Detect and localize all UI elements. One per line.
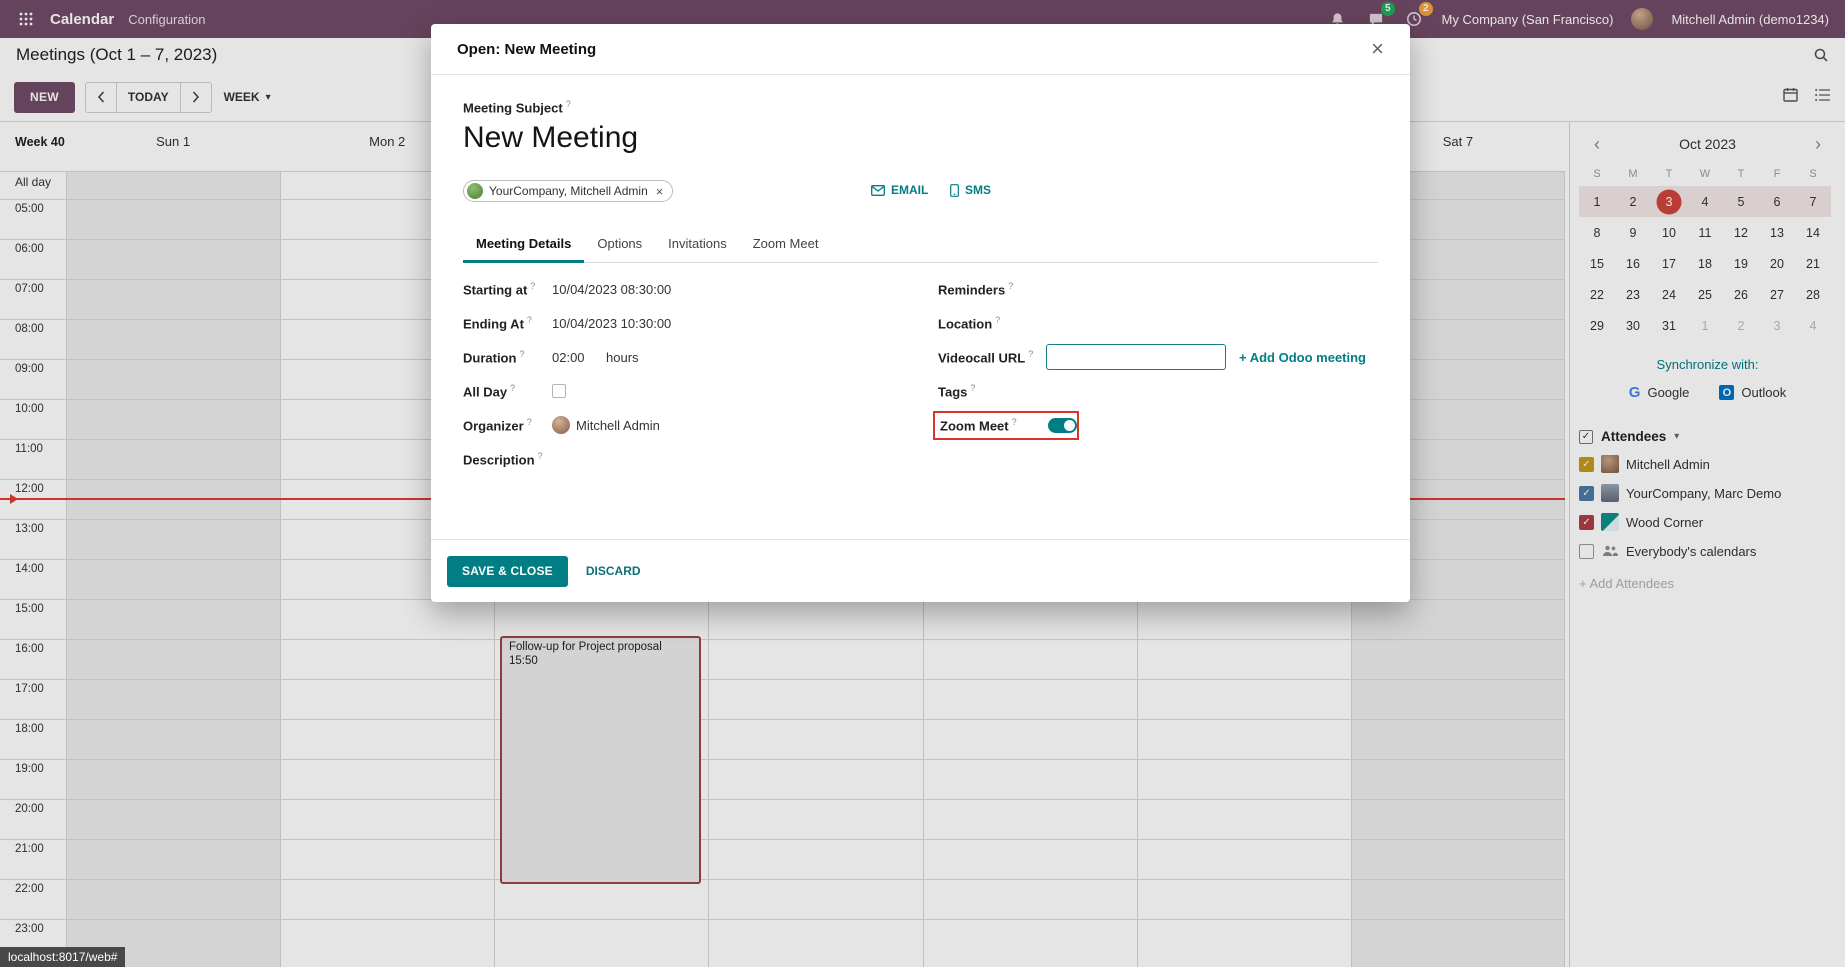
meeting-subject-input[interactable]: New Meeting <box>463 121 1378 155</box>
ending-at-label: Ending At <box>463 315 552 331</box>
videocall-url-input[interactable] <box>1046 344 1226 370</box>
duration-value[interactable]: 02:00 <box>552 350 606 365</box>
starting-at-label: Starting at <box>463 281 552 297</box>
new-meeting-modal: Open: New Meeting × Meeting Subject New … <box>431 24 1410 602</box>
duration-label: Duration <box>463 349 552 365</box>
meeting-subject-label: Meeting Subject <box>463 99 1378 115</box>
remove-tag-icon[interactable]: × <box>656 184 664 199</box>
zoom-meet-toggle[interactable] <box>1048 418 1077 433</box>
modal-tabs: Meeting DetailsOptionsInvitationsZoom Me… <box>463 227 1378 263</box>
duration-unit: hours <box>606 350 639 365</box>
ending-at-value[interactable]: 10/04/2023 10:30:00 <box>552 316 671 331</box>
email-button[interactable]: EMAIL <box>871 183 928 197</box>
all-day-label: All Day <box>463 383 552 399</box>
tab-invitations[interactable]: Invitations <box>655 227 740 263</box>
modal-title: Open: New Meeting <box>457 41 596 58</box>
phone-icon <box>950 184 959 197</box>
description-label: Description <box>463 451 552 467</box>
tab-zoom-meet[interactable]: Zoom Meet <box>740 227 832 263</box>
discard-button[interactable]: DISCARD <box>586 564 641 578</box>
location-label: Location <box>938 315 1046 331</box>
videocall-url-label: Videocall URL <box>938 349 1046 365</box>
status-url-tooltip: localhost:8017/web# <box>0 947 125 967</box>
envelope-icon <box>871 185 885 196</box>
close-icon[interactable]: × <box>1371 38 1384 60</box>
tab-options[interactable]: Options <box>584 227 655 263</box>
tags-label: Tags <box>938 383 1046 399</box>
attendee-tag[interactable]: YourCompany, Mitchell Admin × <box>463 180 673 202</box>
organizer-value[interactable]: Mitchell Admin <box>552 416 660 434</box>
organizer-label: Organizer <box>463 417 552 433</box>
zoom-meet-label: Zoom Meet <box>940 417 1048 433</box>
sms-button[interactable]: SMS <box>950 183 991 197</box>
starting-at-value[interactable]: 10/04/2023 08:30:00 <box>552 282 671 297</box>
zoom-meet-highlight: Zoom Meet <box>933 411 1079 440</box>
all-day-checkbox[interactable] <box>552 384 566 398</box>
add-odoo-meeting-link[interactable]: + Add Odoo meeting <box>1239 350 1366 365</box>
organizer-avatar <box>552 416 570 434</box>
tab-meeting-details[interactable]: Meeting Details <box>463 227 584 263</box>
attendee-tag-avatar <box>467 183 483 199</box>
reminders-label: Reminders <box>938 281 1046 297</box>
save-close-button[interactable]: SAVE & CLOSE <box>447 556 568 587</box>
